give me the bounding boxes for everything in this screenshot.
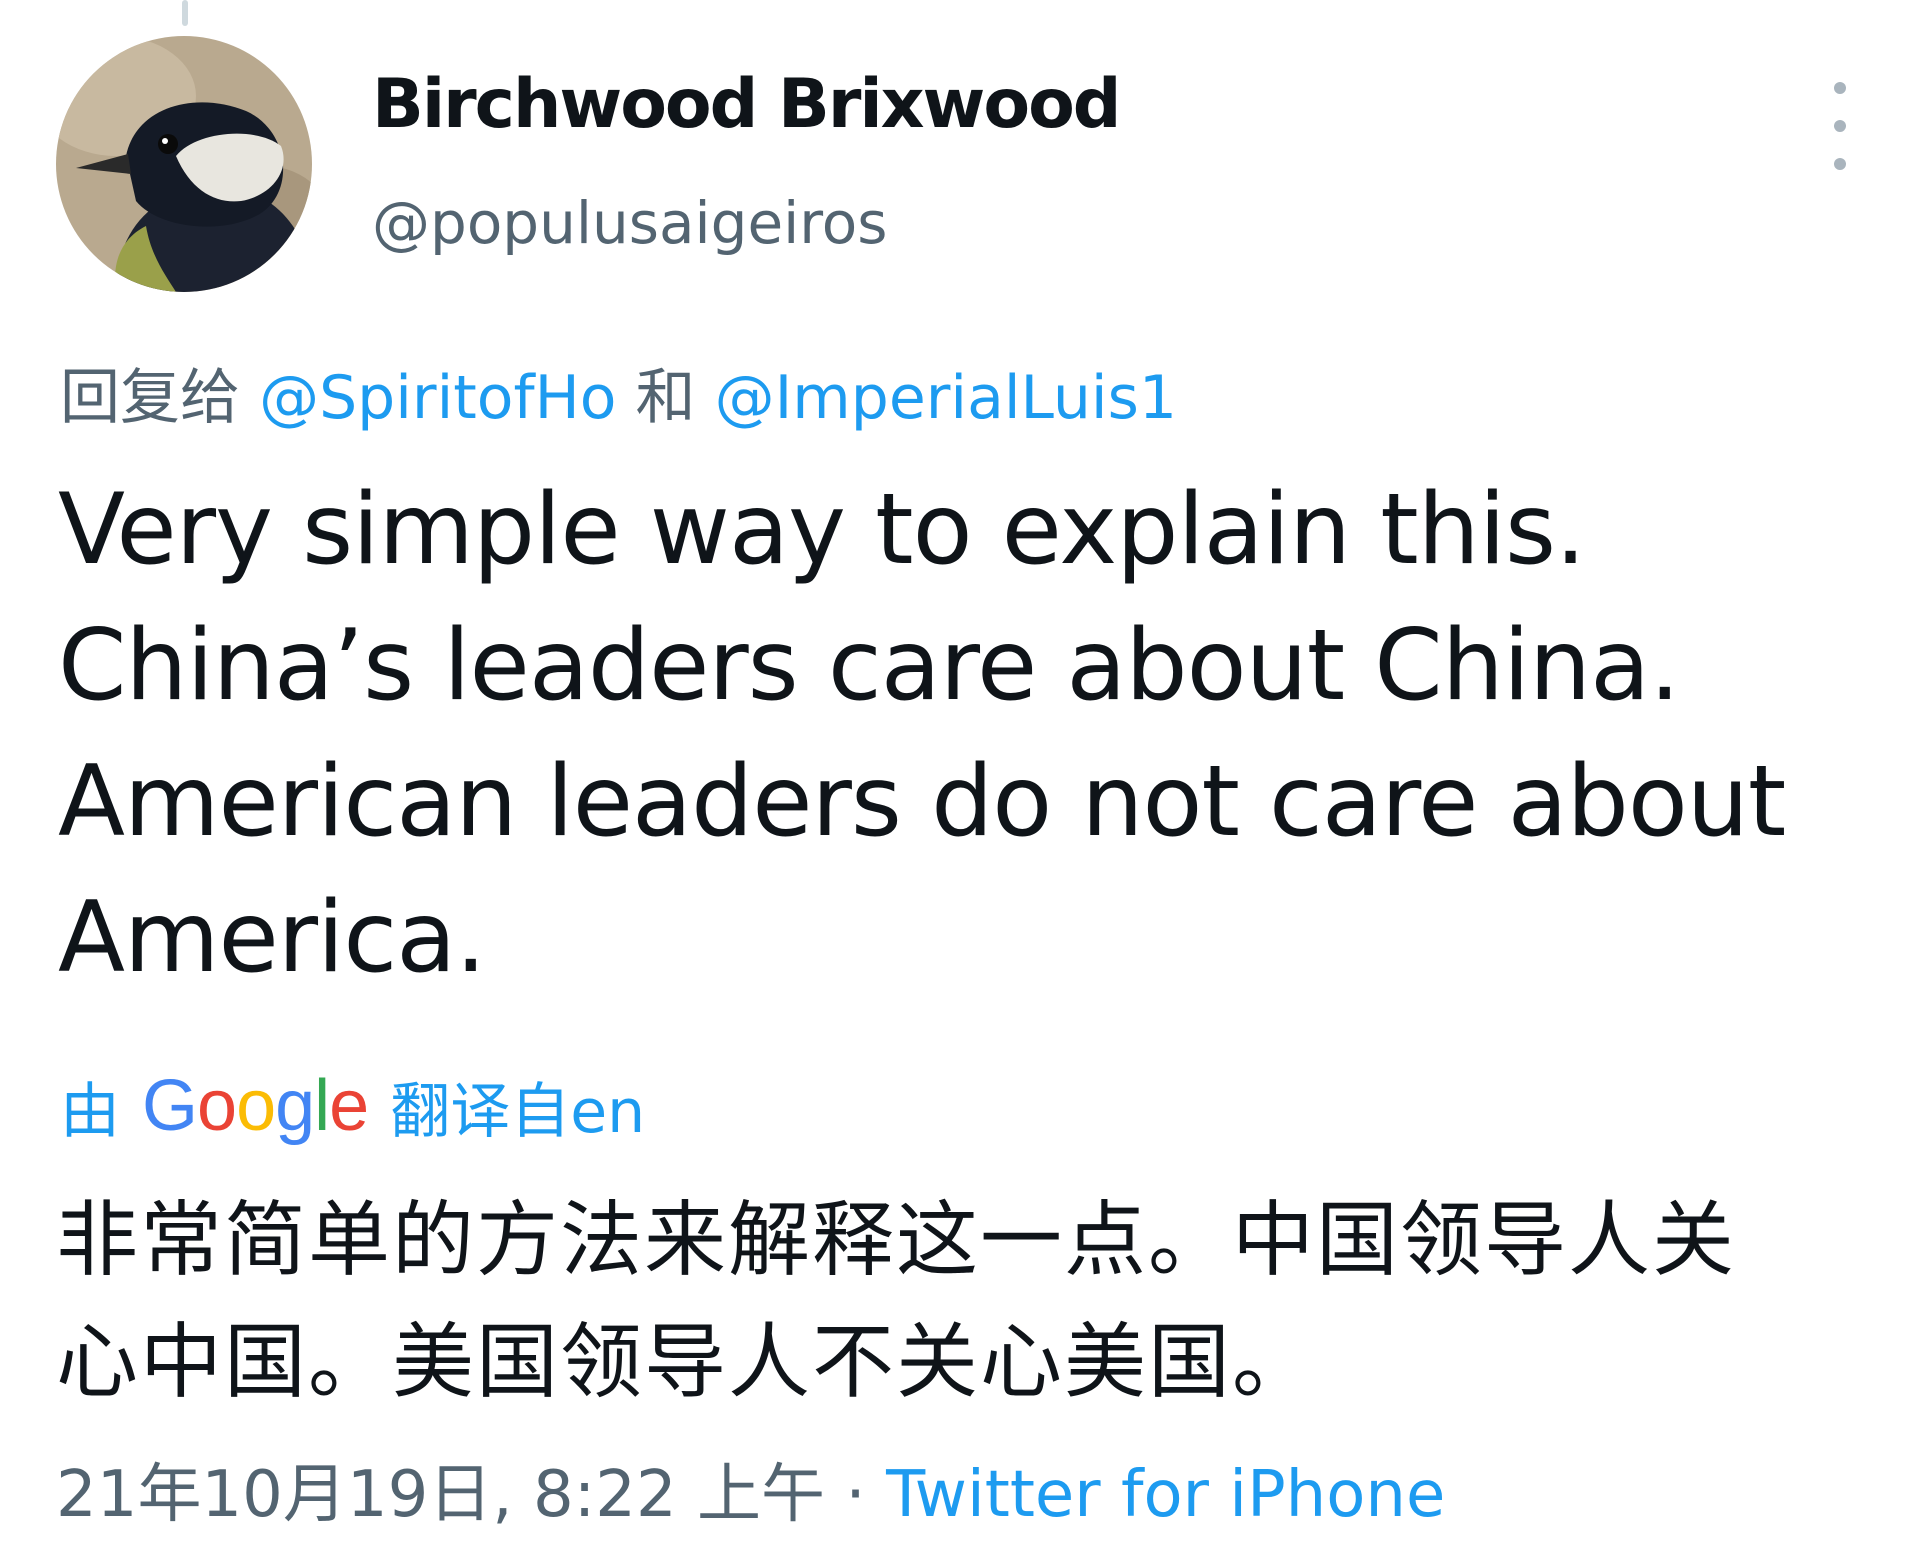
reply-mention-link[interactable]: @SpiritofHo [259,363,616,433]
more-vertical-icon [1834,82,1846,94]
tweet-text-line: American leaders do not care about [58,745,1786,859]
google-letter: l [314,1066,330,1146]
thread-connector-line [182,0,188,26]
bird-avatar-icon [56,36,312,292]
tweet-text-line: China’s leaders care about China. [58,609,1680,723]
tweet-source-link[interactable]: Twitter for iPhone [886,1458,1445,1532]
translated-from-label: 翻译自en [390,1076,646,1147]
reply-conjunction: 和 [635,363,696,433]
google-letter: o [236,1066,276,1146]
tweet-metadata: 21年10月19日, 8:22 上午 · Twitter for iPhone [56,1450,1445,1540]
author-display-name[interactable]: Birchwood Brixwood [372,60,1121,150]
translated-text-line: 非常简单的方法来解释这一点。中国领导人关 [56,1193,1737,1288]
translated-by-prefix: 由 [60,1076,120,1147]
tweet-body: Very simple way to explain this. China’s… [58,462,1858,1006]
google-letter: g [275,1066,315,1146]
more-options-button[interactable] [1820,76,1860,176]
reply-prefix: 回复给 [60,363,240,433]
translated-by-google[interactable]: 由 Google 翻译自en [60,1058,645,1154]
translated-text-line: 心中国。美国领导人不关心美国。 [56,1315,1317,1410]
tweet-text-line: America. [58,881,486,995]
tweet-text-line: Very simple way to explain this. [58,473,1586,587]
reply-context: 回复给 @SpiritofHo 和 @ImperialLuis1 [60,356,1177,440]
google-letter: e [329,1066,369,1146]
avatar[interactable] [56,36,312,292]
more-vertical-icon-dot [1834,158,1846,170]
google-letter: G [142,1066,198,1146]
author-handle[interactable]: @populusaigeiros [372,188,888,258]
translated-text: 非常简单的方法来解释这一点。中国领导人关 心中国。美国领导人不关心美国。 [56,1180,1866,1424]
metadata-separator: · [825,1458,887,1532]
more-vertical-icon-dot [1834,120,1846,132]
google-logo-icon: Google [142,1066,369,1146]
tweet-timestamp[interactable]: 21年10月19日, 8:22 上午 [56,1458,825,1532]
reply-mention-link[interactable]: @ImperialLuis1 [715,363,1177,433]
google-letter: o [197,1066,237,1146]
